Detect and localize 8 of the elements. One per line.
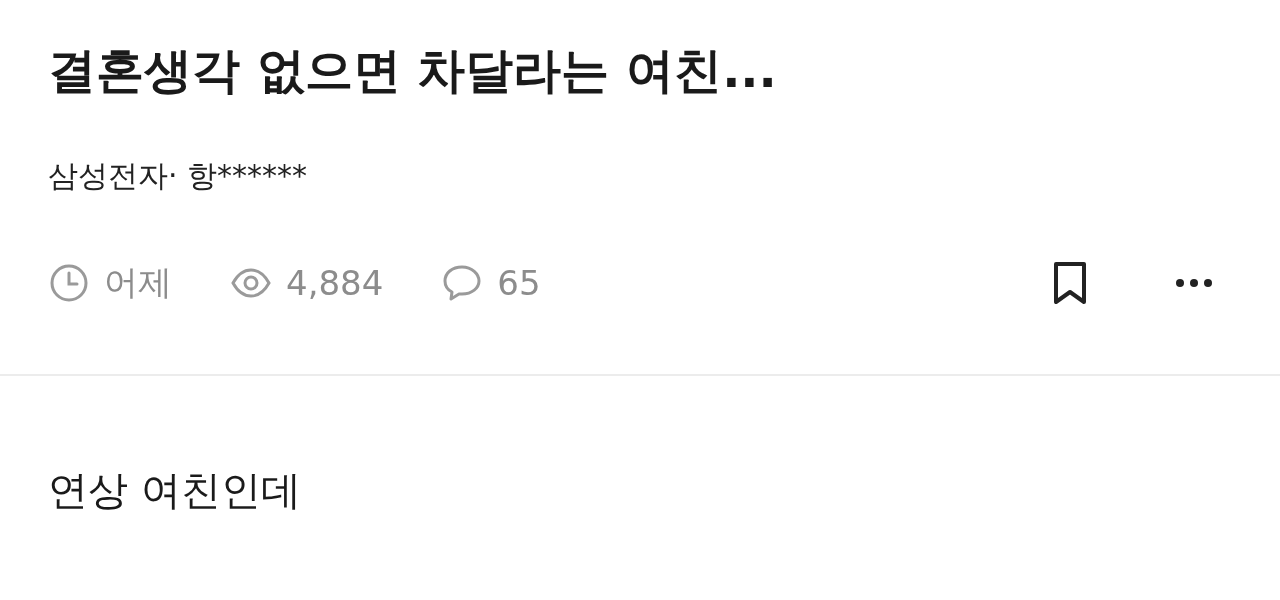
author-name: 삼성전자· 항****** — [48, 157, 309, 195]
clock-icon — [48, 262, 90, 304]
comment-count: 65 — [497, 263, 541, 303]
view-count: 4,884 — [286, 263, 384, 303]
post-title: 결혼생각 없으면 차달라는 여친... — [48, 41, 778, 100]
more-icon[interactable] — [1174, 277, 1214, 289]
post-body: 연상 여친인데 — [47, 466, 302, 515]
post-time: 어제 — [104, 261, 172, 304]
